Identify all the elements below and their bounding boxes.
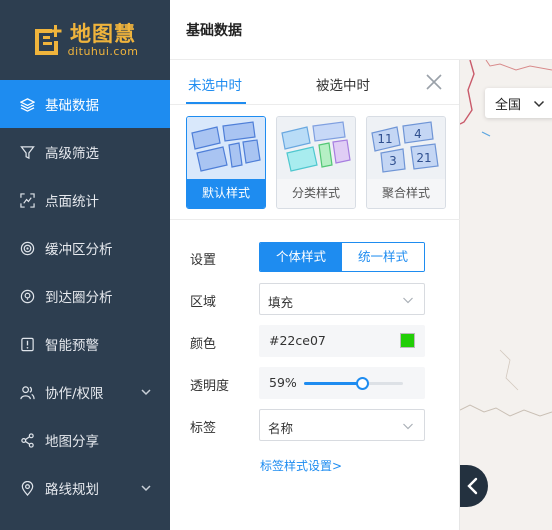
sidebar-item-label: 智能预警 xyxy=(45,338,99,354)
style-card-label: 分类样式 xyxy=(277,179,355,208)
aggregate-count-2: 4 xyxy=(414,127,422,141)
alert-icon xyxy=(19,336,35,352)
color-field[interactable]: #22ce07 xyxy=(259,325,425,357)
tag-label: 标签 xyxy=(190,417,244,436)
reach-circle-icon xyxy=(19,288,35,304)
aggregate-count-3: 3 xyxy=(389,154,397,168)
sidebar-item-smart-alert[interactable]: 智能预警 xyxy=(0,320,170,368)
opacity-field: 59% xyxy=(259,367,425,399)
chevron-down-icon xyxy=(403,297,413,304)
chevron-down-icon xyxy=(533,100,545,108)
region-select-value: 全国 xyxy=(495,98,522,113)
setting-toggle: 个体样式 统一样式 xyxy=(259,242,425,272)
color-row: 颜色 #22ce07 xyxy=(170,325,460,357)
share-icon xyxy=(19,432,35,448)
sidebar-item-map-share[interactable]: 地图分享 xyxy=(0,416,170,464)
setting-row: 设置 个体样式 统一样式 xyxy=(170,241,460,273)
map-boundaries xyxy=(460,60,552,417)
opacity-label: 透明度 xyxy=(190,375,244,394)
chevron-down-icon xyxy=(141,389,151,396)
tag-style-settings-link[interactable]: 标签样式设置> xyxy=(260,457,342,474)
tag-select[interactable]: 名称 xyxy=(259,409,425,441)
tab-unselected[interactable]: 未选中时 xyxy=(188,74,242,94)
sidebar-item-label: 协作/权限 xyxy=(45,386,104,402)
chevron-left-icon xyxy=(467,477,478,495)
sidebar-item-label: 缓冲区分析 xyxy=(45,242,113,258)
style-card-aggregate[interactable]: 11 4 3 21 聚合样式 xyxy=(366,116,446,209)
filter-icon xyxy=(19,144,35,160)
opacity-slider-thumb[interactable] xyxy=(355,377,369,390)
buffer-icon xyxy=(19,240,35,256)
tab-selected[interactable]: 被选中时 xyxy=(316,74,370,94)
area-label-text: 区域 xyxy=(190,295,217,310)
sidebar-item-label: 高级筛选 xyxy=(45,146,99,162)
page-header: 基础数据 xyxy=(170,0,552,60)
default-style-thumbnail xyxy=(187,117,265,179)
sidebar-item-label: 基础数据 xyxy=(45,98,99,114)
color-swatch[interactable] xyxy=(400,333,415,348)
sidebar-item-reach-analysis[interactable]: 到达圈分析 xyxy=(0,272,170,320)
sidebar-item-buffer-analysis[interactable]: 缓冲区分析 xyxy=(0,224,170,272)
category-style-thumbnail xyxy=(277,117,355,179)
tag-select-value: 名称 xyxy=(268,421,294,436)
color-label-text: 颜色 xyxy=(190,337,217,352)
close-icon[interactable] xyxy=(425,73,443,91)
tab-active-indicator xyxy=(186,102,246,104)
aggregate-style-thumbnail: 11 4 3 21 xyxy=(367,117,445,179)
opacity-row: 透明度 59% xyxy=(170,367,460,399)
style-card-group: 默认样式 分类样式 11 4 3 21 聚合样式 xyxy=(170,105,460,220)
logo[interactable]: 地图慧 dituhui.com xyxy=(0,0,170,80)
chevron-down-icon xyxy=(403,423,413,430)
opacity-label-text: 透明度 xyxy=(190,379,230,394)
sidebar-item-point-stats[interactable]: 点面统计 xyxy=(0,176,170,224)
opacity-value: 59% xyxy=(269,375,297,390)
region-select[interactable]: 全国 xyxy=(485,88,552,118)
area-select[interactable]: 填充 xyxy=(259,283,425,315)
sidebar-item-collaboration[interactable]: 协作/权限 xyxy=(0,368,170,416)
color-hex-value: #22ce07 xyxy=(269,333,326,348)
users-icon xyxy=(19,384,35,400)
style-card-label: 默认样式 xyxy=(187,179,265,208)
style-card-default[interactable]: 默认样式 xyxy=(186,116,266,209)
aggregate-count-4: 21 xyxy=(416,151,431,165)
sidebar-item-basic-data[interactable]: 基础数据 xyxy=(0,80,170,128)
chevron-down-icon xyxy=(141,485,151,492)
tab-bar: 未选中时 被选中时 xyxy=(170,60,459,105)
color-label: 颜色 xyxy=(190,333,244,352)
sidebar-item-route-planning[interactable]: 路线规划 xyxy=(0,464,170,512)
sidebar-item-label: 到达圈分析 xyxy=(45,290,113,306)
uniform-style-button[interactable]: 统一样式 xyxy=(342,243,424,271)
route-icon xyxy=(19,480,35,496)
area-label: 区域 xyxy=(190,291,244,310)
individual-style-button[interactable]: 个体样式 xyxy=(260,243,342,271)
sidebar-item-label: 地图分享 xyxy=(45,434,99,450)
map-canvas[interactable]: 全国 xyxy=(460,60,552,530)
point-stats-icon xyxy=(19,192,35,208)
setting-label-text: 设置 xyxy=(190,253,217,268)
style-card-category[interactable]: 分类样式 xyxy=(276,116,356,209)
sidebar-item-label: 点面统计 xyxy=(45,194,99,210)
opacity-slider-fill xyxy=(304,382,363,385)
area-row: 区域 填充 xyxy=(170,283,460,315)
tag-row: 标签 名称 xyxy=(170,409,460,441)
sidebar-item-advanced-filter[interactable]: 高级筛选 xyxy=(0,128,170,176)
sidebar-item-label: 路线规划 xyxy=(45,482,99,498)
page-title: 基础数据 xyxy=(186,23,242,39)
style-panel: 未选中时 被选中时 默认样式 分类样式 11 4 3 21 聚合样式 设置 个体… xyxy=(170,60,460,530)
sidebar: 地图慧 dituhui.com 基础数据 高级筛选 点面统计 缓冲区分析 到达圈… xyxy=(0,0,170,530)
setting-label: 设置 xyxy=(190,249,244,268)
area-select-value: 填充 xyxy=(268,295,294,310)
logo-mark-icon xyxy=(32,23,62,57)
style-card-label: 聚合样式 xyxy=(367,179,445,208)
logo-domain: dituhui.com xyxy=(67,45,139,58)
layers-icon xyxy=(19,96,35,112)
opacity-slider-track[interactable] xyxy=(304,377,403,390)
logo-title: 地图慧 xyxy=(70,22,136,46)
tag-label-text: 标签 xyxy=(190,421,217,436)
aggregate-count-1: 11 xyxy=(377,132,392,146)
